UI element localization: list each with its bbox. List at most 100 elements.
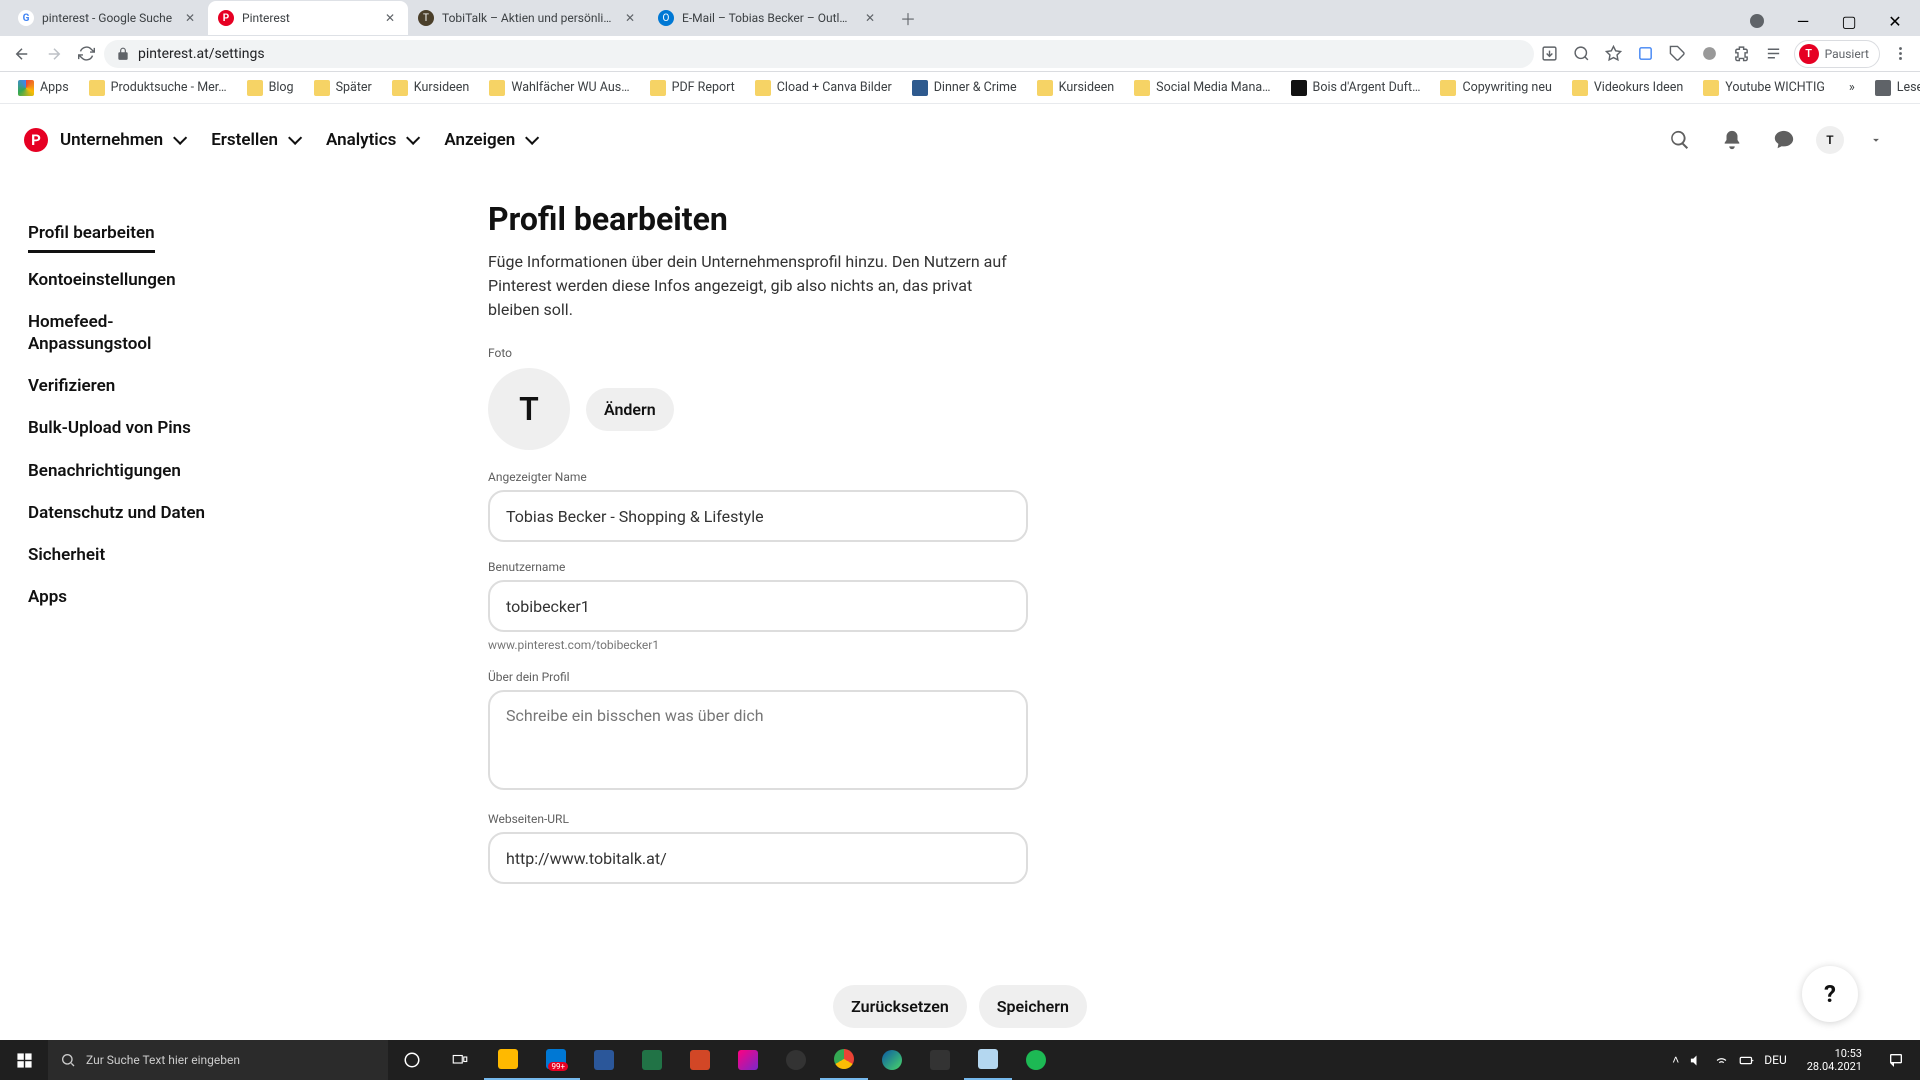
folder-icon (489, 80, 505, 96)
close-icon[interactable]: ✕ (862, 10, 878, 26)
sidebar-item-verifizieren[interactable]: Verifizieren (28, 365, 288, 407)
sidebar-item-datenschutz[interactable]: Datenschutz und Daten (28, 492, 288, 534)
taskbar-clock[interactable]: 10:53 28.04.2021 (1797, 1047, 1872, 1073)
taskbar-word[interactable] (580, 1040, 628, 1080)
extension-icon-3[interactable] (1698, 42, 1722, 66)
sidebar-item-bulk[interactable]: Bulk-Upload von Pins (28, 407, 288, 449)
taskbar-spotify[interactable] (1012, 1040, 1060, 1080)
bookmark-item[interactable]: Copywriting neu (1432, 76, 1559, 100)
browser-tab-0[interactable]: G pinterest - Google Suche ✕ (8, 1, 208, 35)
bookmark-item[interactable]: Cload + Canva Bilder (747, 76, 900, 100)
taskbar-edge[interactable] (868, 1040, 916, 1080)
taskbar-powerpoint[interactable] (676, 1040, 724, 1080)
notification-center-icon[interactable] (1872, 1040, 1920, 1080)
sidebar-item-konto[interactable]: Kontoeinstellungen (28, 259, 288, 301)
wifi-icon[interactable] (1714, 1053, 1729, 1068)
username-input[interactable] (488, 580, 1028, 632)
install-icon[interactable] (1538, 42, 1562, 66)
back-button[interactable] (8, 40, 36, 68)
bookmark-item[interactable]: Dinner & Crime (904, 76, 1025, 100)
browser-tab-2[interactable]: T TobiTalk – Aktien und persönlich… ✕ (408, 1, 648, 35)
pinterest-logo[interactable]: P (24, 128, 48, 152)
close-button[interactable]: ✕ (1872, 6, 1918, 36)
sidebar-item-profil[interactable]: Profil bearbeiten (28, 212, 155, 253)
bookmark-item[interactable]: Kursideen (1029, 76, 1123, 100)
bookmark-item[interactable]: Blog (239, 76, 302, 100)
extensions-icon[interactable] (1730, 42, 1754, 66)
bookmark-item[interactable]: Kursideen (384, 76, 478, 100)
user-avatar[interactable]: T (1816, 126, 1844, 154)
nav-erstellen[interactable]: Erstellen (211, 130, 298, 150)
battery-icon[interactable] (1739, 1053, 1754, 1068)
browser-tab-1[interactable]: P Pinterest ✕ (208, 1, 408, 35)
system-tray[interactable]: ˄ DEU (1662, 1053, 1797, 1068)
nav-anzeigen[interactable]: Anzeigen (444, 130, 535, 150)
close-icon[interactable]: ✕ (182, 10, 198, 26)
nav-unternehmen[interactable]: Unternehmen (60, 130, 183, 150)
bookmark-item[interactable]: Youtube WICHTIG (1695, 76, 1833, 100)
tab-title: pinterest - Google Suche (42, 11, 174, 25)
search-icon[interactable] (1660, 120, 1700, 160)
start-button[interactable] (0, 1040, 48, 1080)
profile-chip[interactable]: T Pausiert (1794, 40, 1880, 68)
taskbar-search[interactable]: Zur Suche Text hier eingeben (48, 1040, 388, 1080)
bookmark-overflow[interactable]: » (1841, 76, 1863, 99)
favicon-google: G (18, 10, 34, 26)
tray-chevron-icon[interactable]: ˄ (1672, 1053, 1679, 1067)
reload-button[interactable] (72, 40, 100, 68)
sidebar-item-apps[interactable]: Apps (28, 576, 288, 618)
taskbar-mail[interactable]: 99+ (532, 1040, 580, 1080)
bookmark-item[interactable]: PDF Report (642, 76, 743, 100)
volume-icon[interactable] (1689, 1053, 1704, 1068)
close-icon[interactable]: ✕ (622, 10, 638, 26)
zoom-icon[interactable] (1570, 42, 1594, 66)
apps-icon (18, 80, 34, 96)
extension-icon-2[interactable] (1666, 42, 1690, 66)
star-icon[interactable] (1602, 42, 1626, 66)
displayname-input[interactable] (488, 490, 1028, 542)
bookmark-item[interactable]: Bois d'Argent Duft… (1283, 76, 1429, 100)
bookmark-item[interactable]: Videokurs Ideen (1564, 76, 1691, 100)
minimize-button[interactable]: — (1780, 6, 1826, 36)
taskbar-chrome[interactable] (820, 1040, 868, 1080)
reading-list-icon[interactable] (1762, 42, 1786, 66)
sidebar-item-benachrichtigungen[interactable]: Benachrichtigungen (28, 450, 288, 492)
nav-analytics[interactable]: Analytics (326, 130, 416, 150)
sidebar-item-homefeed[interactable]: Homefeed-Anpassungstool (28, 301, 208, 365)
bookmark-item[interactable]: Wahlfächer WU Aus… (481, 76, 637, 100)
close-icon[interactable]: ✕ (382, 10, 398, 26)
address-bar[interactable]: pinterest.at/settings (104, 40, 1534, 68)
cortana-icon[interactable] (388, 1040, 436, 1080)
reset-button[interactable]: Zurücksetzen (833, 985, 967, 1028)
taskview-icon[interactable] (436, 1040, 484, 1080)
language-indicator[interactable]: DEU (1764, 1053, 1786, 1067)
apps-bookmark[interactable]: Apps (10, 76, 77, 100)
account-menu-icon[interactable] (1856, 120, 1896, 160)
reading-list[interactable]: Leseliste (1867, 76, 1920, 100)
messages-icon[interactable] (1764, 120, 1804, 160)
taskbar-explorer[interactable] (484, 1040, 532, 1080)
bookmark-item[interactable]: Später (306, 76, 380, 100)
taskbar-excel[interactable] (628, 1040, 676, 1080)
menu-icon[interactable] (1888, 42, 1912, 66)
bookmark-item[interactable]: Produktsuche - Mer… (81, 76, 235, 100)
about-textarea[interactable] (488, 690, 1028, 790)
taskbar-app[interactable] (724, 1040, 772, 1080)
save-button[interactable]: Speichern (979, 985, 1087, 1028)
readlist-icon (1875, 80, 1891, 96)
taskbar-app2[interactable] (916, 1040, 964, 1080)
browser-tab-3[interactable]: O E-Mail – Tobias Becker – Outlook ✕ (648, 1, 888, 35)
bookmark-item[interactable]: Social Media Mana… (1126, 76, 1278, 100)
extension-icon[interactable] (1634, 42, 1658, 66)
change-photo-button[interactable]: Ändern (586, 388, 674, 431)
main-form: Profil bearbeiten Füge Informationen übe… (288, 200, 1028, 1040)
notifications-icon[interactable] (1712, 120, 1752, 160)
taskbar-obs[interactable] (772, 1040, 820, 1080)
help-button[interactable]: ? (1802, 966, 1858, 1022)
sidebar-item-sicherheit[interactable]: Sicherheit (28, 534, 288, 576)
forward-button[interactable] (40, 40, 68, 68)
maximize-button[interactable]: ▢ (1826, 6, 1872, 36)
taskbar-notepad[interactable] (964, 1040, 1012, 1080)
website-input[interactable] (488, 832, 1028, 884)
new-tab-button[interactable]: ＋ (894, 4, 922, 32)
